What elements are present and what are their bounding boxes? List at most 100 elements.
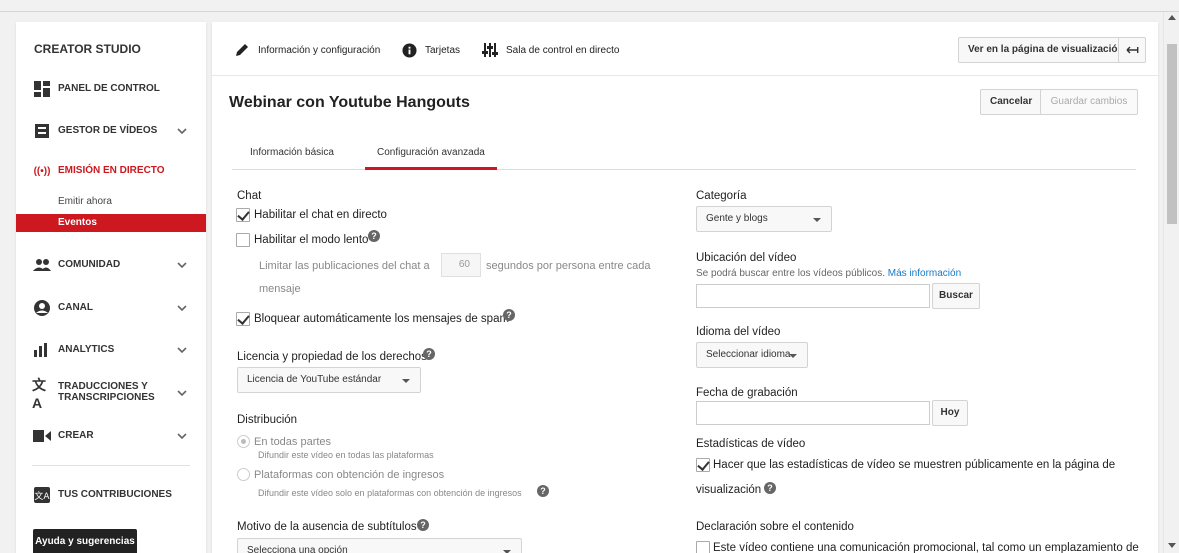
language-select[interactable]: Seleccionar idioma — [696, 342, 808, 368]
arrow-back-icon — [1126, 46, 1139, 54]
chevron-down-icon[interactable] — [176, 259, 188, 271]
sidebar: CREATOR STUDIO PANEL DE CONTROL GESTOR D… — [16, 22, 206, 553]
help-feedback-button[interactable]: Ayuda y sugerencias — [33, 529, 137, 553]
paid-promotion-label: Este vídeo contiene una comunicación pro… — [713, 542, 1139, 553]
subtitles-reason-select[interactable]: Selecciona una opción — [237, 538, 522, 553]
view-watch-page-button[interactable]: Ver en la página de visualización — [958, 37, 1134, 63]
public-stats-label: Hacer que las estadísticas de vídeo se m… — [713, 459, 1116, 471]
sidebar-subitem-events[interactable]: Eventos — [16, 214, 206, 232]
sidebar-item-contributions[interactable]: 文A TUS CONTRIBUCIONES — [16, 480, 206, 510]
chevron-down-icon[interactable] — [176, 344, 188, 356]
help-icon[interactable]: ? — [764, 482, 776, 494]
help-icon[interactable]: ? — [423, 348, 435, 360]
contributions-icon: 文A — [32, 485, 52, 505]
help-icon[interactable]: ? — [368, 230, 380, 242]
sidebar-item-label: GESTOR DE VÍDEOS — [58, 125, 158, 136]
more-info-link[interactable]: Más información — [888, 268, 961, 279]
tab-live-control-room[interactable]: Sala de control en directo — [482, 42, 619, 58]
sliders-icon — [482, 43, 498, 57]
sidebar-item-translations[interactable]: 文A TRADUCCIONES Y TRANSCRIPCIONES — [16, 377, 206, 411]
public-stats-label-2: visualización — [696, 484, 762, 496]
distribution-monetized-radio[interactable] — [237, 468, 250, 481]
sidebar-item-label: COMUNIDAD — [58, 259, 121, 270]
sidebar-item-label: CREAR — [58, 430, 94, 441]
limit-suffix-label-2: mensaje — [259, 283, 301, 295]
language-heading: Idioma del vídeo — [696, 326, 781, 338]
slow-mode-checkbox[interactable] — [236, 233, 250, 247]
channel-icon — [32, 298, 52, 318]
settings-tabs: Información básica Configuración avanzad… — [232, 146, 1136, 170]
chevron-down-icon[interactable] — [176, 302, 188, 314]
help-icon[interactable]: ? — [537, 485, 549, 497]
chevron-down-icon[interactable] — [176, 430, 188, 442]
recording-date-heading: Fecha de grabación — [696, 387, 798, 399]
block-spam-label: Bloquear automáticamente los mensajes de… — [254, 313, 510, 325]
tab-cards[interactable]: Tarjetas — [402, 42, 460, 58]
sidebar-item-channel[interactable]: CANAL — [16, 293, 206, 323]
toolbar: Información y configuración Tarjetas Sal… — [212, 22, 1158, 76]
scrollbar-thumb[interactable] — [1167, 44, 1177, 224]
sidebar-title: CREATOR STUDIO — [34, 42, 141, 56]
back-button[interactable] — [1118, 37, 1146, 63]
sidebar-subitem-stream-now[interactable]: Emitir ahora — [16, 193, 206, 211]
location-heading: Ubicación del vídeo — [696, 252, 797, 264]
chevron-down-icon[interactable] — [176, 125, 188, 137]
video-stats-heading: Estadísticas de vídeo — [696, 438, 806, 450]
distribution-monetized-desc: Difundir este vídeo solo en plataformas … — [258, 488, 522, 498]
public-stats-checkbox[interactable] — [696, 458, 710, 472]
pencil-icon — [236, 44, 248, 56]
limit-suffix-label: segundos por persona entre cada — [486, 260, 651, 272]
translations-icon: 文A — [32, 377, 46, 411]
sidebar-item-dashboard[interactable]: PANEL DE CONTROL — [16, 74, 206, 104]
caret-down-icon — [813, 218, 821, 222]
save-changes-button[interactable]: Guardar cambios — [1040, 89, 1138, 115]
sidebar-item-create[interactable]: CREAR — [16, 421, 206, 451]
tab-info-settings[interactable]: Información y configuración — [234, 42, 380, 58]
recording-date-input[interactable] — [696, 401, 930, 425]
enable-chat-label: Habilitar el chat en directo — [254, 209, 387, 221]
svg-text:文A: 文A — [34, 490, 50, 502]
scroll-down-arrow-icon[interactable] — [1168, 543, 1176, 548]
sidebar-item-community[interactable]: COMUNIDAD — [16, 250, 206, 280]
window-top-bar — [0, 0, 1179, 12]
video-title: Webinar con Youtube Hangouts — [229, 94, 470, 111]
sidebar-item-label: CANAL — [58, 302, 93, 313]
scroll-up-arrow-icon[interactable] — [1168, 15, 1176, 20]
content-declaration-heading: Declaración sobre el contenido — [696, 521, 854, 533]
today-button[interactable]: Hoy — [932, 400, 968, 426]
dashboard-icon — [32, 79, 52, 99]
block-spam-checkbox[interactable] — [236, 312, 250, 326]
cancel-button[interactable]: Cancelar — [980, 89, 1043, 115]
distribution-everywhere-radio[interactable] — [237, 435, 250, 448]
sidebar-item-live[interactable]: ((•)) EMISIÓN EN DIRECTO — [16, 156, 206, 186]
caret-down-icon — [789, 354, 797, 358]
sidebar-item-label: TUS CONTRIBUCIONES — [58, 489, 172, 500]
distribution-everywhere-desc: Difundir este vídeo en todas las platafo… — [258, 450, 434, 460]
limit-prefix-label: Limitar las publicaciones del chat a — [259, 260, 430, 272]
distribution-monetized-label: Plataformas con obtención de ingresos — [254, 469, 445, 481]
chevron-down-icon[interactable] — [176, 387, 188, 399]
slow-mode-seconds-input[interactable]: 60 — [441, 253, 481, 277]
sidebar-item-analytics[interactable]: ANALYTICS — [16, 335, 206, 365]
tab-advanced-settings[interactable]: Configuración avanzada — [365, 146, 497, 170]
sidebar-item-video-manager[interactable]: GESTOR DE VÍDEOS — [16, 116, 206, 146]
help-icon[interactable]: ? — [503, 309, 515, 321]
sidebar-item-label: EMISIÓN EN DIRECTO — [58, 165, 165, 176]
distribution-everywhere-label: En todas partes — [254, 436, 332, 448]
paid-promotion-checkbox[interactable] — [696, 541, 710, 553]
live-broadcast-icon: ((•)) — [33, 165, 51, 177]
tab-basic-info[interactable]: Información básica — [238, 146, 346, 170]
enable-chat-checkbox[interactable] — [236, 208, 250, 222]
category-select[interactable]: Gente y blogs — [696, 206, 832, 232]
category-heading: Categoría — [696, 190, 747, 202]
search-button[interactable]: Buscar — [932, 283, 980, 309]
license-select[interactable]: Licencia de YouTube estándar — [237, 367, 421, 393]
page-scrollbar[interactable] — [1163, 12, 1179, 553]
distribution-heading: Distribución — [237, 414, 298, 426]
help-icon[interactable]: ? — [417, 519, 429, 531]
sidebar-item-label: ANALYTICS — [58, 344, 115, 355]
location-input[interactable] — [696, 284, 930, 308]
slow-mode-label: Habilitar el modo lento — [254, 234, 369, 246]
video-manager-icon — [32, 121, 52, 141]
caret-down-icon — [402, 379, 410, 383]
